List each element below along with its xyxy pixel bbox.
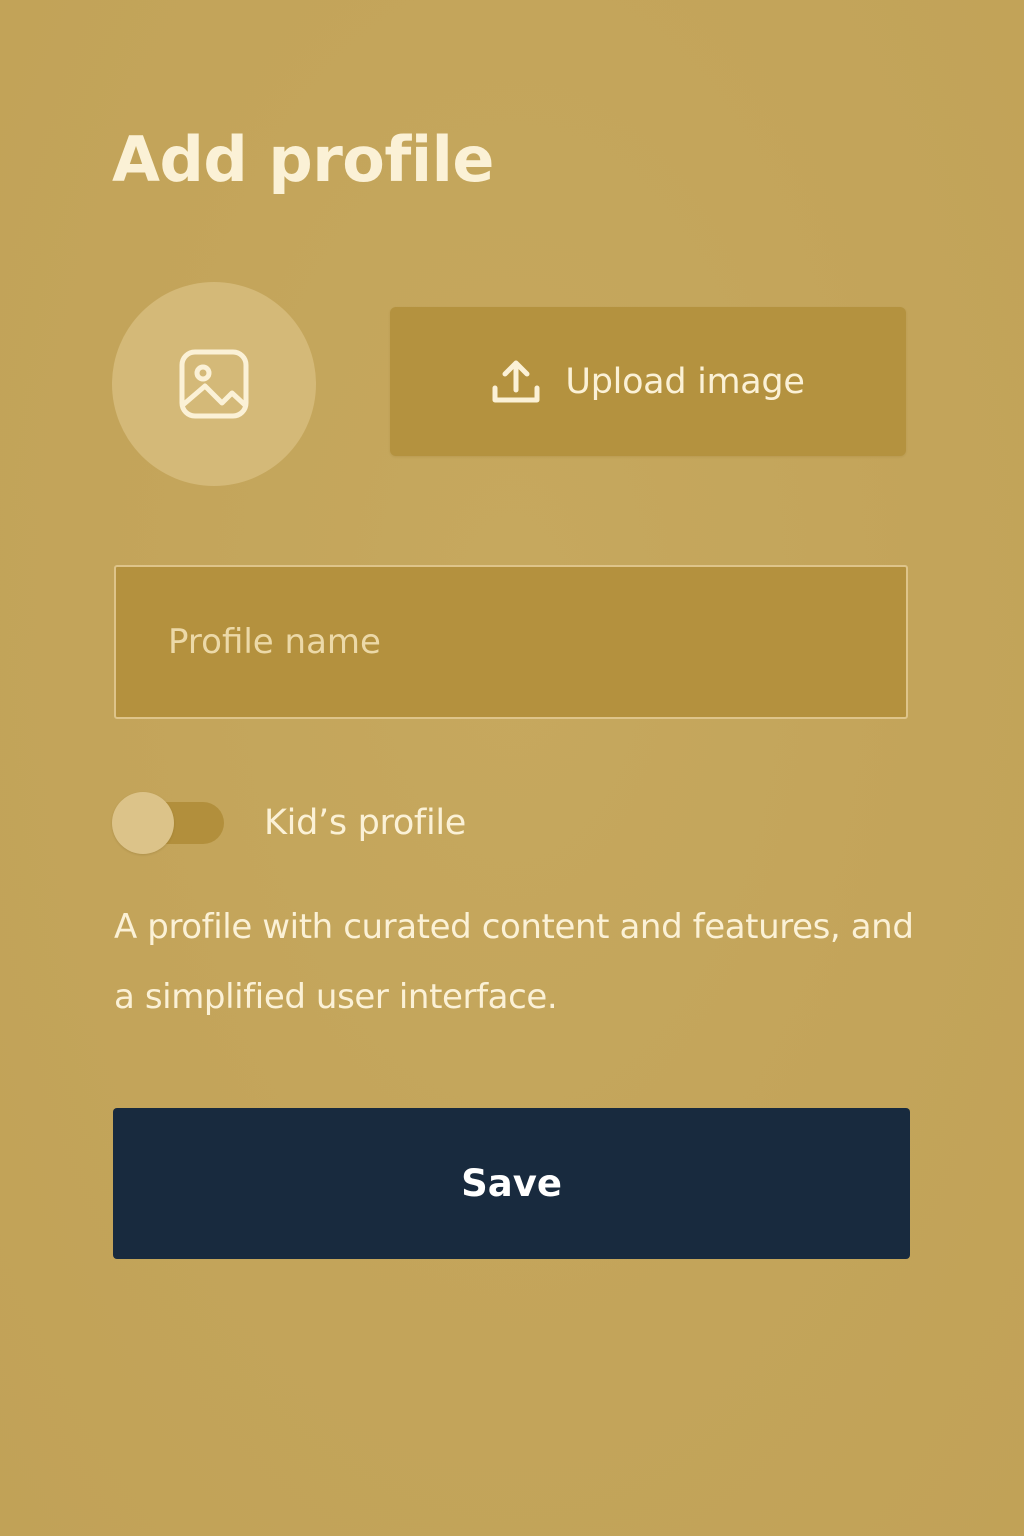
page-title: Add profile [112, 123, 494, 196]
upload-image-button[interactable]: Upload image [390, 307, 906, 456]
image-icon [179, 349, 249, 419]
kids-profile-toggle[interactable] [112, 792, 224, 854]
profile-name-input[interactable] [114, 565, 908, 719]
toggle-knob [112, 792, 174, 854]
upload-icon [492, 360, 540, 402]
kids-profile-description: A profile with curated content and featu… [114, 907, 914, 1017]
save-button[interactable]: Save [113, 1108, 910, 1259]
kids-profile-label: Kid’s profile [264, 803, 467, 843]
upload-image-label: Upload image [565, 361, 805, 402]
add-profile-screen: Add profile Upload image Kid’s profile A… [0, 0, 1024, 1536]
avatar-placeholder[interactable] [112, 282, 316, 486]
